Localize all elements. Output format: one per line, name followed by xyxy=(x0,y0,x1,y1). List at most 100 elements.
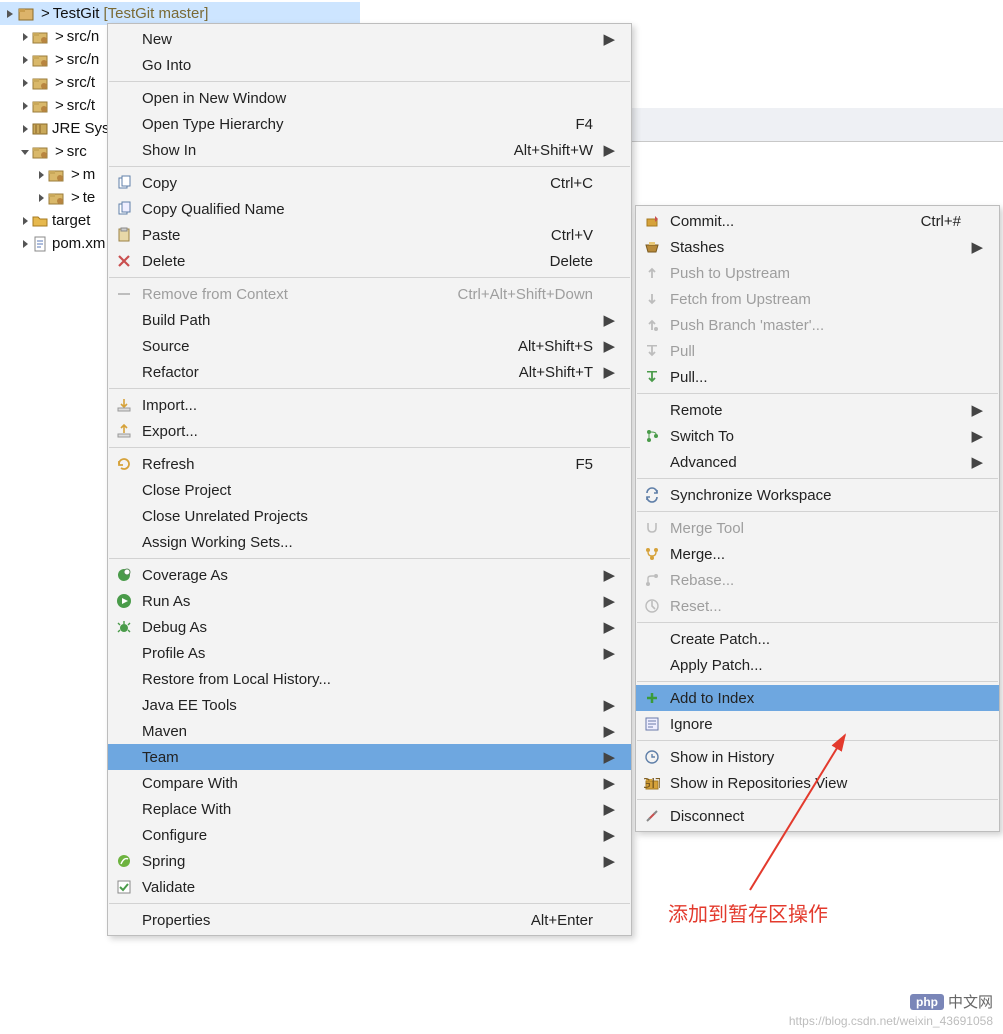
menu-item-java-ee-tools[interactable]: Java EE Tools▶ xyxy=(108,692,631,718)
menu-label: Fetch from Upstream xyxy=(670,291,961,308)
expand-icon[interactable] xyxy=(18,30,32,44)
menu-separator xyxy=(109,81,630,82)
menu-separator xyxy=(637,622,998,623)
team-item-advanced[interactable]: Advanced▶ xyxy=(636,449,999,475)
menu-item-copy-qualified-name[interactable]: Copy Qualified Name xyxy=(108,196,631,222)
push-branch-icon xyxy=(642,315,662,335)
team-item-create-patch[interactable]: Create Patch... xyxy=(636,626,999,652)
menu-item-configure[interactable]: Configure▶ xyxy=(108,822,631,848)
team-item-pull: Pull xyxy=(636,338,999,364)
menu-label: Disconnect xyxy=(670,808,961,825)
menu-item-copy[interactable]: Copy Ctrl+C xyxy=(108,170,631,196)
menu-item-spring[interactable]: Spring▶ xyxy=(108,848,631,874)
menu-item-go-into[interactable]: Go Into xyxy=(108,52,631,78)
team-item-show-in-repositories-view[interactable]: GITShow in Repositories View xyxy=(636,770,999,796)
team-item-show-in-history[interactable]: Show in History xyxy=(636,744,999,770)
menu-item-delete[interactable]: DeleteDelete xyxy=(108,248,631,274)
item-label: target xyxy=(52,212,90,229)
mergetool-icon xyxy=(642,518,662,538)
team-item-merge[interactable]: Merge... xyxy=(636,541,999,567)
menu-item-properties[interactable]: PropertiesAlt+Enter xyxy=(108,907,631,933)
expand-icon[interactable] xyxy=(18,122,32,136)
team-item-commit[interactable]: Commit...Ctrl+# xyxy=(636,208,999,234)
expand-icon[interactable] xyxy=(18,237,32,251)
file-icon xyxy=(32,236,48,252)
team-item-disconnect[interactable]: Disconnect xyxy=(636,803,999,829)
menu-accelerator: Alt+Shift+T xyxy=(519,364,593,381)
expand-icon[interactable] xyxy=(34,168,48,182)
item-label: m xyxy=(83,166,96,183)
menu-label: Refactor xyxy=(142,364,495,381)
menu-item-import[interactable]: Import... xyxy=(108,392,631,418)
team-item-apply-patch[interactable]: Apply Patch... xyxy=(636,652,999,678)
team-item-stashes[interactable]: Stashes▶ xyxy=(636,234,999,260)
menu-item-profile-as[interactable]: Profile As▶ xyxy=(108,640,631,666)
submenu-arrow-icon: ▶ xyxy=(603,618,615,636)
expand-icon[interactable] xyxy=(18,99,32,113)
menu-item-debug-as[interactable]: Debug As▶ xyxy=(108,614,631,640)
tree-root[interactable]: > TestGit [TestGit master] xyxy=(0,2,360,25)
menu-item-new[interactable]: New▶ xyxy=(108,26,631,52)
copy-q-icon xyxy=(114,199,134,219)
menu-item-refresh[interactable]: RefreshF5 xyxy=(108,451,631,477)
menu-separator xyxy=(637,799,998,800)
package-icon xyxy=(32,98,48,114)
history-icon xyxy=(642,747,662,767)
expand-icon[interactable] xyxy=(18,76,32,90)
expand-icon[interactable] xyxy=(18,145,32,159)
team-item-remote[interactable]: Remote▶ xyxy=(636,397,999,423)
submenu-arrow-icon: ▶ xyxy=(971,238,983,256)
menu-item-maven[interactable]: Maven▶ xyxy=(108,718,631,744)
menu-item-open-type-hierarchy[interactable]: Open Type HierarchyF4 xyxy=(108,111,631,137)
context-menu[interactable]: New▶Go IntoOpen in New WindowOpen Type H… xyxy=(107,23,632,936)
menu-label: Copy xyxy=(142,175,526,192)
dirty-marker: > xyxy=(55,97,64,114)
menu-label: Merge... xyxy=(670,546,961,563)
menu-item-close-project[interactable]: Close Project xyxy=(108,477,631,503)
menu-item-assign-working-sets[interactable]: Assign Working Sets... xyxy=(108,529,631,555)
team-item-synchronize-workspace[interactable]: Synchronize Workspace xyxy=(636,482,999,508)
menu-item-validate[interactable]: Validate xyxy=(108,874,631,900)
team-item-pull[interactable]: Pull... xyxy=(636,364,999,390)
submenu-arrow-icon: ▶ xyxy=(603,748,615,766)
menu-item-export[interactable]: Export... xyxy=(108,418,631,444)
menu-accelerator: Ctrl+C xyxy=(550,175,593,192)
menu-separator xyxy=(637,511,998,512)
menu-item-team[interactable]: Team▶ xyxy=(108,744,631,770)
push-icon xyxy=(642,263,662,283)
dirty-marker: > xyxy=(55,51,64,68)
expand-icon[interactable] xyxy=(34,191,48,205)
menu-item-build-path[interactable]: Build Path▶ xyxy=(108,307,631,333)
team-item-add-to-index[interactable]: Add to Index xyxy=(636,685,999,711)
menu-item-run-as[interactable]: Run As▶ xyxy=(108,588,631,614)
project-name: TestGit xyxy=(53,5,100,22)
menu-item-close-unrelated-projects[interactable]: Close Unrelated Projects xyxy=(108,503,631,529)
blank-icon xyxy=(642,452,662,472)
expand-icon[interactable] xyxy=(18,53,32,67)
menu-item-coverage-as[interactable]: Coverage As▶ xyxy=(108,562,631,588)
menu-item-restore-from-local-history[interactable]: Restore from Local History... xyxy=(108,666,631,692)
site-logo: php 中文网 xyxy=(910,991,993,1012)
menu-item-show-in[interactable]: Show InAlt+Shift+W▶ xyxy=(108,137,631,163)
expand-icon[interactable] xyxy=(18,214,32,228)
menu-item-replace-with[interactable]: Replace With▶ xyxy=(108,796,631,822)
item-label: src/t xyxy=(67,97,95,114)
menu-item-paste[interactable]: PasteCtrl+V xyxy=(108,222,631,248)
menu-label: Open Type Hierarchy xyxy=(142,116,551,133)
menu-label: Ignore xyxy=(670,716,961,733)
team-item-push-to-upstream: Push to Upstream xyxy=(636,260,999,286)
team-item-ignore[interactable]: Ignore xyxy=(636,711,999,737)
team-item-switch-to[interactable]: Switch To▶ xyxy=(636,423,999,449)
blank-icon xyxy=(114,480,134,500)
menu-accelerator: Ctrl+Alt+Shift+Down xyxy=(458,286,593,303)
menu-item-refactor[interactable]: RefactorAlt+Shift+T▶ xyxy=(108,359,631,385)
menu-item-compare-with[interactable]: Compare With▶ xyxy=(108,770,631,796)
menu-separator xyxy=(637,393,998,394)
expand-icon[interactable] xyxy=(4,7,18,21)
menu-label: Pull xyxy=(670,343,961,360)
menu-item-open-in-new-window[interactable]: Open in New Window xyxy=(108,85,631,111)
team-submenu[interactable]: Commit...Ctrl+#Stashes▶Push to Upstream F… xyxy=(635,205,1000,832)
spring-icon xyxy=(114,851,134,871)
menu-item-source[interactable]: SourceAlt+Shift+S▶ xyxy=(108,333,631,359)
submenu-arrow-icon: ▶ xyxy=(603,722,615,740)
